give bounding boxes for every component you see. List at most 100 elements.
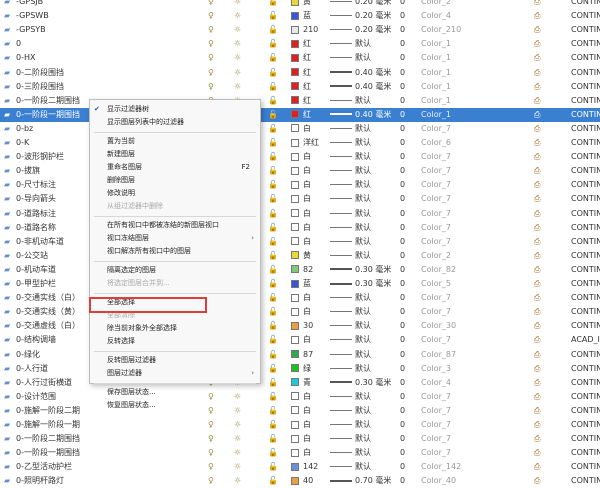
lightbulb-icon[interactable]: ♀: [208, 11, 214, 20]
transparency-value[interactable]: 0: [400, 108, 416, 122]
linetype-value[interactable]: CONTIN: [571, 108, 600, 122]
menu-item[interactable]: 删除图层: [90, 174, 260, 187]
lineweight-value[interactable]: 默认: [355, 390, 399, 404]
color-swatch[interactable]: [291, 166, 299, 175]
color-swatch[interactable]: [291, 124, 299, 133]
printer-icon[interactable]: ⎙: [534, 293, 540, 302]
padlock-icon[interactable]: 🔓: [268, 138, 278, 147]
transparency-value[interactable]: 0: [400, 178, 416, 192]
menu-item[interactable]: 图层过滤器 ›: [90, 367, 260, 380]
layer-name[interactable]: 0-HX: [16, 51, 186, 65]
layer-row[interactable]: ▰ 0-一阶段一期围挡 ♀ ☼ 🔓 白 默认 0 Color_7 ⎙ CONTIN: [0, 446, 600, 460]
menu-item[interactable]: 置为当前: [90, 135, 260, 148]
lightbulb-icon[interactable]: ♀: [208, 25, 214, 34]
sun-icon[interactable]: ☼: [234, 462, 241, 471]
transparency-value[interactable]: 0: [400, 404, 416, 418]
linetype-value[interactable]: CONTIN: [571, 376, 600, 390]
color-swatch[interactable]: [291, 448, 299, 457]
color-swatch[interactable]: [291, 0, 299, 6]
layer-name[interactable]: 0-二阶段围挡: [16, 66, 186, 80]
color-swatch[interactable]: [291, 237, 299, 246]
transparency-value[interactable]: 0: [400, 263, 416, 277]
padlock-icon[interactable]: 🔓: [268, 448, 278, 457]
transparency-value[interactable]: 0: [400, 235, 416, 249]
printer-icon[interactable]: ⎙: [534, 279, 540, 288]
padlock-icon[interactable]: 🔓: [268, 265, 278, 274]
color-swatch[interactable]: [291, 110, 299, 119]
transparency-value[interactable]: 0: [400, 474, 416, 488]
sun-icon[interactable]: ☼: [234, 11, 241, 20]
linetype-value[interactable]: CONTIN: [571, 249, 600, 263]
menu-item[interactable]: 反转图层过滤器: [90, 354, 260, 367]
lineweight-value[interactable]: 默认: [355, 207, 399, 221]
lineweight-value[interactable]: 默认: [355, 51, 399, 65]
linetype-value[interactable]: CONTIN: [571, 390, 600, 404]
lineweight-value[interactable]: 默认: [355, 404, 399, 418]
layer-name[interactable]: -GPSJB: [16, 0, 186, 9]
color-swatch[interactable]: [291, 364, 299, 373]
sun-icon[interactable]: ☼: [234, 25, 241, 34]
lightbulb-icon[interactable]: ♀: [208, 420, 214, 429]
linetype-value[interactable]: CONTIN: [571, 51, 600, 65]
layer-name[interactable]: -GPSWB: [16, 9, 186, 23]
menu-item[interactable]: 反转选择: [90, 335, 260, 348]
padlock-icon[interactable]: 🔓: [268, 166, 278, 175]
transparency-value[interactable]: 0: [400, 150, 416, 164]
lineweight-value[interactable]: 默认: [355, 418, 399, 432]
linetype-value[interactable]: CONTIN: [571, 305, 600, 319]
color-swatch[interactable]: [291, 209, 299, 217]
lineweight-value[interactable]: 0.30 毫米: [355, 376, 399, 390]
printer-icon[interactable]: ⎙: [534, 237, 540, 246]
linetype-value[interactable]: CONTIN: [571, 446, 600, 460]
linetype-value[interactable]: CONTIN: [571, 221, 600, 235]
padlock-icon[interactable]: 🔓: [268, 152, 278, 161]
lightbulb-icon[interactable]: ♀: [208, 476, 214, 485]
padlock-icon[interactable]: 🔓: [268, 0, 278, 6]
printer-icon[interactable]: ⎙: [534, 364, 540, 373]
sun-icon[interactable]: ☼: [234, 420, 241, 429]
linetype-value[interactable]: CONTIN: [571, 277, 600, 291]
linetype-value[interactable]: CONTIN: [571, 192, 600, 206]
color-swatch[interactable]: [291, 138, 299, 147]
color-swatch[interactable]: [291, 180, 299, 189]
padlock-icon[interactable]: 🔓: [268, 321, 278, 330]
printer-icon[interactable]: ⎙: [534, 194, 540, 203]
lineweight-value[interactable]: 默认: [355, 249, 399, 263]
color-swatch[interactable]: [291, 82, 299, 91]
lightbulb-icon[interactable]: ♀: [208, 82, 214, 91]
printer-icon[interactable]: ⎙: [534, 406, 540, 415]
transparency-value[interactable]: 0: [400, 23, 416, 37]
transparency-value[interactable]: 0: [400, 277, 416, 291]
sun-icon[interactable]: ☼: [234, 434, 241, 443]
lineweight-value[interactable]: 0.30 毫米: [355, 277, 399, 291]
lineweight-value[interactable]: 默认: [355, 150, 399, 164]
color-swatch[interactable]: [291, 350, 299, 358]
transparency-value[interactable]: 0: [400, 66, 416, 80]
transparency-value[interactable]: 0: [400, 94, 416, 108]
lineweight-value[interactable]: 默认: [355, 460, 399, 474]
padlock-icon[interactable]: 🔓: [268, 420, 278, 429]
padlock-icon[interactable]: 🔓: [268, 406, 278, 415]
printer-icon[interactable]: ⎙: [534, 223, 540, 232]
menu-item[interactable]: 视口解冻所有视口中的图层: [90, 245, 260, 258]
transparency-value[interactable]: 0: [400, 207, 416, 221]
printer-icon[interactable]: ⎙: [534, 434, 540, 443]
linetype-value[interactable]: CONTIN: [571, 474, 600, 488]
menu-item[interactable]: 除当前对象外全部选择: [90, 322, 260, 335]
printer-icon[interactable]: ⎙: [534, 39, 540, 48]
printer-icon[interactable]: ⎙: [534, 476, 540, 485]
sun-icon[interactable]: ☼: [234, 476, 241, 485]
color-swatch[interactable]: [291, 420, 299, 429]
lineweight-value[interactable]: 0.70 毫米: [355, 474, 399, 488]
layer-row[interactable]: ▰ 0-HX ♀ ☼ 🔓 红 默认 0 Color_1 ⎙ CONTIN: [0, 51, 600, 65]
transparency-value[interactable]: 0: [400, 37, 416, 51]
sun-icon[interactable]: ☼: [234, 0, 241, 6]
linetype-value[interactable]: CONTIN: [571, 164, 600, 178]
linetype-value[interactable]: CONTIN: [571, 362, 600, 376]
printer-icon[interactable]: ⎙: [534, 152, 540, 161]
linetype-value[interactable]: CONTIN: [571, 460, 600, 474]
linetype-value[interactable]: CONTIN: [571, 122, 600, 136]
linetype-value[interactable]: CONTIN: [571, 432, 600, 446]
linetype-value[interactable]: CONTIN: [571, 178, 600, 192]
layer-row[interactable]: ▰ 0-照明杆路灯 ♀ ☼ 🔓 40 0.70 毫米 0 Color_40 ⎙ CONTIN: [0, 474, 600, 488]
